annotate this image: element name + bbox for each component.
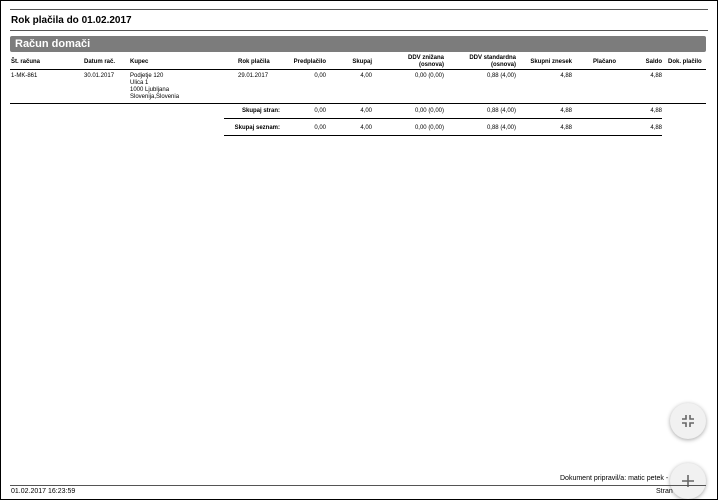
col-vat-reduced: DDV znižana bbox=[407, 55, 444, 61]
totals-list-vat-standard: 0,88 (4,00) bbox=[486, 125, 516, 131]
section-header: Račun domači bbox=[10, 36, 706, 52]
totals-list-balance: 4,88 bbox=[650, 125, 662, 131]
cell-total: 4,00 bbox=[360, 73, 372, 79]
totals-list-total: 4,00 bbox=[360, 125, 372, 131]
cell-customer-line3: 1000 Ljubljana bbox=[130, 87, 170, 93]
totals-list-prepayment: 0,00 bbox=[314, 125, 326, 131]
collapse-icon bbox=[682, 415, 694, 427]
col-vat-standard: DDV standardna bbox=[469, 55, 516, 61]
col-total-amount: Skupni znesek bbox=[530, 59, 572, 65]
footer-timestamp: 01.02.2017 16:23:59 bbox=[11, 488, 76, 495]
header-rule bbox=[10, 69, 706, 70]
col-vat-reduced-sub: (osnova) bbox=[418, 62, 444, 68]
totals-page-rule bbox=[224, 118, 662, 119]
cell-customer-line1: Podjetje 120 bbox=[130, 73, 164, 79]
totals-page-vat-standard: 0,88 (4,00) bbox=[486, 108, 516, 114]
cell-customer-line4: Slovenija,Slovenia bbox=[130, 94, 180, 100]
cell-customer-line2: Ulica 1 bbox=[130, 80, 149, 86]
title-rule bbox=[10, 30, 708, 31]
plus-icon bbox=[682, 475, 694, 487]
col-balance: Saldo bbox=[645, 59, 662, 65]
totals-page-total-amount: 4,88 bbox=[560, 108, 572, 114]
col-vat-standard-sub: (osnova) bbox=[490, 62, 516, 68]
col-invoice-no: Št. računa bbox=[11, 59, 41, 65]
footer-rule bbox=[10, 485, 706, 486]
cell-vat-standard: 0,88 (4,00) bbox=[486, 73, 516, 79]
cell-invoice-date: 30.01.2017 bbox=[84, 73, 115, 79]
add-button[interactable] bbox=[670, 463, 706, 499]
col-prepayment: Predplačilo bbox=[293, 59, 326, 65]
totals-page-prepayment: 0,00 bbox=[314, 108, 326, 114]
cell-invoice-no: 1-MK-861 bbox=[11, 73, 38, 79]
totals-page-label: Skupaj stran: bbox=[241, 108, 280, 114]
cell-balance: 4,88 bbox=[650, 73, 662, 79]
report-title: Rok plačila do 01.02.2017 bbox=[11, 15, 132, 26]
totals-list-vat-reduced: 0,00 (0,00) bbox=[414, 125, 444, 131]
prepared-by: Dokument pripravil/a: matic petek - bbox=[560, 475, 669, 482]
col-invoice-date: Datum rač. bbox=[84, 59, 116, 65]
col-paid: Plačano bbox=[592, 59, 616, 65]
totals-page-balance: 4,88 bbox=[650, 108, 662, 114]
col-due-date: Rok plačila bbox=[238, 59, 270, 65]
collapse-button[interactable] bbox=[670, 403, 706, 439]
cell-total-amount: 4,88 bbox=[560, 73, 572, 79]
totals-list-total-amount: 4,88 bbox=[560, 125, 572, 131]
totals-list-rule bbox=[224, 135, 662, 136]
col-doc-paid: Dok. plačilo bbox=[668, 59, 702, 65]
row-rule bbox=[10, 103, 706, 104]
totals-page-total: 4,00 bbox=[360, 108, 372, 114]
top-rule bbox=[10, 9, 708, 10]
totals-list-label: Skupaj seznam: bbox=[234, 125, 280, 131]
cell-prepayment: 0,00 bbox=[314, 73, 326, 79]
col-total: Skupaj bbox=[352, 59, 372, 65]
col-customer: Kupec bbox=[130, 59, 149, 65]
totals-page-vat-reduced: 0,00 (0,00) bbox=[414, 108, 444, 114]
footer-page-label: Stran bbox=[656, 488, 673, 495]
cell-due-date: 29.01.2017 bbox=[238, 73, 269, 79]
cell-vat-reduced: 0,00 (0,00) bbox=[414, 73, 444, 79]
